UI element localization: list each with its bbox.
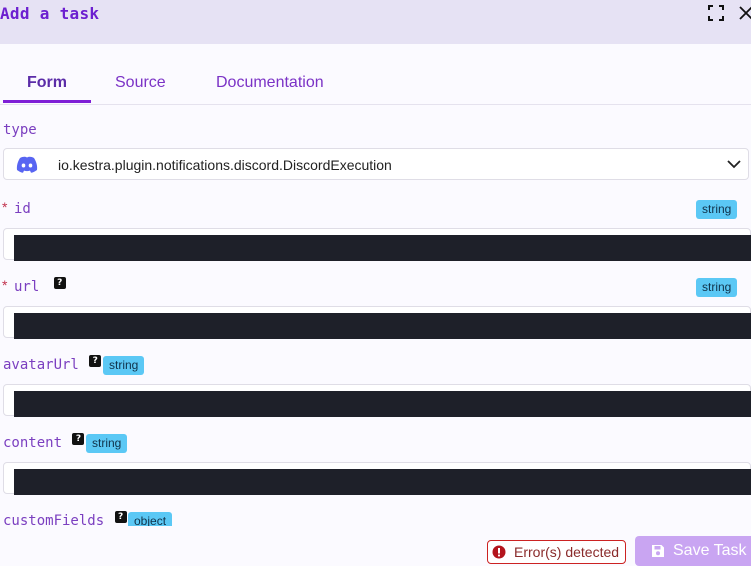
save-icon [652,545,664,557]
customfields-label-text: customFields [3,513,105,526]
help-icon[interactable]: ? [53,277,66,289]
id-label: id [14,201,31,217]
help-icon[interactable]: ? [114,511,127,523]
content-input[interactable] [14,469,751,495]
type-value: io.kestra.plugin.notifications.discord.D… [58,157,392,173]
scroll-clip: customFields ? object [0,508,751,526]
tab-form[interactable]: Form [27,74,67,92]
id-field [3,228,751,261]
avatarurl-input[interactable] [14,391,751,417]
discord-icon [16,156,38,173]
required-marker: * [2,277,8,293]
required-marker: * [2,199,8,215]
dialog-title: Add a task [0,4,100,23]
avatarurl-type-badge: string [103,356,145,375]
content-field [3,462,751,495]
url-input[interactable] [14,313,751,339]
avatarurl-label: avatarUrl ? [3,355,102,373]
active-tab-indicator [3,100,91,103]
tab-bar: Form Source Documentation [0,44,751,105]
avatarurl-label-text: avatarUrl [3,357,79,373]
content-type-badge: string [86,434,128,453]
error-indicator[interactable]: Error(s) detected [487,540,626,564]
type-label: type [3,122,37,138]
save-task-label: Save Task [673,542,747,559]
avatarurl-field [3,384,751,417]
dialog-header: Add a task [0,0,751,44]
tab-source[interactable]: Source [115,74,166,92]
error-text: Error(s) detected [514,544,620,560]
url-label-text: url [14,279,40,295]
type-select[interactable]: io.kestra.plugin.notifications.discord.D… [3,148,749,180]
help-icon[interactable]: ? [72,433,85,445]
url-label: url ? [14,277,66,295]
url-type-badge: string [696,278,738,297]
close-icon[interactable] [737,4,751,22]
id-input[interactable] [14,235,751,261]
content-label: content ? [3,433,85,451]
help-icon[interactable]: ? [89,355,102,367]
save-task-button[interactable]: Save Task [635,536,751,566]
chevron-down-icon [727,160,741,169]
customfields-label: customFields ? [3,511,127,526]
content-label-text: content [3,435,63,451]
tab-documentation[interactable]: Documentation [216,74,324,92]
fullscreen-icon[interactable] [707,4,725,22]
id-type-badge: string [696,200,738,219]
customfields-type-badge: object [128,512,173,526]
id-label-text: id [14,201,31,217]
url-field [3,306,751,339]
error-icon [492,545,506,559]
